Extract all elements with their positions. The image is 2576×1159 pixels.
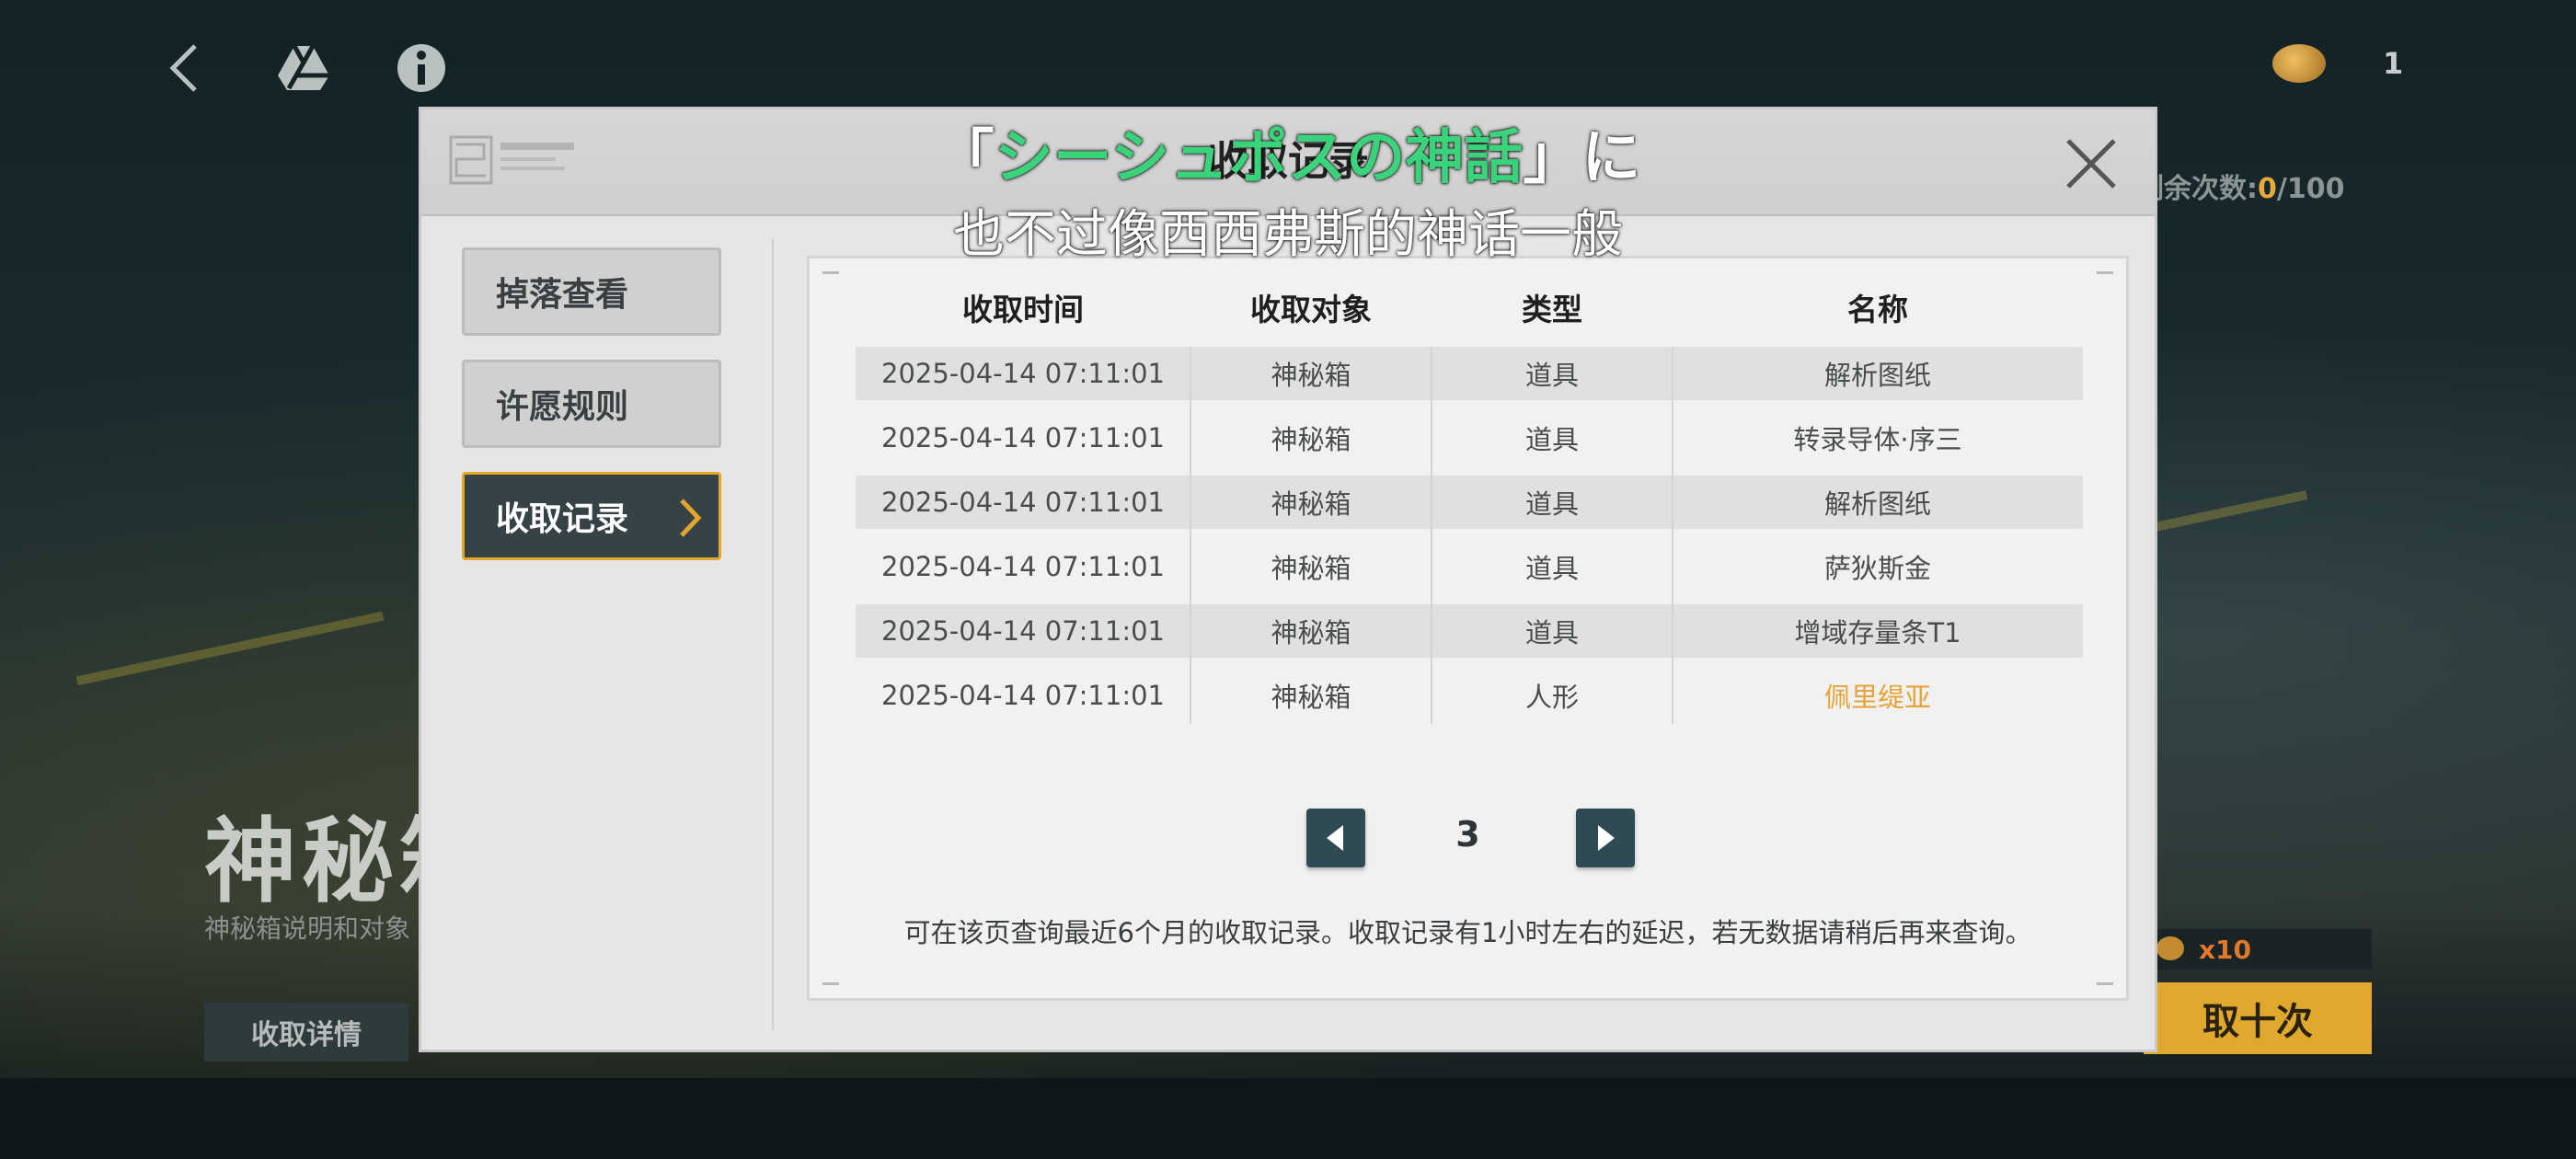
triangle-right-icon [1598, 825, 1615, 851]
background-subtitle: 神秘箱说明和对象 [204, 913, 411, 944]
pagination: 3 [810, 809, 2126, 867]
ten-pull-button[interactable]: 取十次 [2144, 982, 2372, 1054]
currency-count: 1 [2383, 46, 2404, 81]
cell-type: 道具 [1524, 617, 1579, 648]
modal-sidebar: 掉落查看 许愿规则 收取记录 [421, 247, 775, 1048]
cell-type: 道具 [1524, 488, 1579, 520]
cost-coin-icon [2156, 936, 2184, 960]
sidebar-item-label: 掉落查看 [496, 276, 629, 314]
ten-pull-cost: x10 [2144, 929, 2372, 970]
cell-time: 2025-04-14 07:11:01 [881, 487, 1165, 518]
cell-target: 神秘箱 [1271, 488, 1351, 520]
table-row: 2025-04-14 07:11:01 神秘箱 道具 萨狄斯金 [856, 540, 2083, 593]
cell-time: 2025-04-14 07:11:01 [881, 358, 1165, 389]
table-row: 2025-04-14 07:11:01 神秘箱 道具 增域存量条T1 [856, 604, 2083, 658]
table-row: 2025-04-14 07:11:01 神秘箱 道具 解析图纸 [856, 476, 2083, 529]
table-row: 2025-04-14 07:11:01 神秘箱 人形 佩里缇亚 [856, 669, 2083, 722]
cell-time: 2025-04-14 07:11:01 [881, 551, 1165, 582]
cell-type: 道具 [1524, 553, 1579, 584]
sidebar-item-collect-records[interactable]: 收取记录 [462, 472, 721, 560]
cell-name: 解析图纸 [1823, 488, 1931, 520]
table-row: 2025-04-14 07:11:01 神秘箱 道具 解析图纸 [856, 347, 2083, 400]
sidebar-item-label: 许愿规则 [496, 388, 629, 426]
cell-time: 2025-04-14 07:11:01 [881, 422, 1165, 453]
table-row: 2025-04-14 07:11:01 神秘箱 道具 转录导体·序三 [856, 411, 2083, 465]
cell-time: 2025-04-14 07:11:01 [881, 615, 1165, 647]
cell-type: 道具 [1524, 360, 1579, 391]
panel-corner-mark [822, 982, 839, 985]
header-name: 名称 [1847, 292, 1908, 327]
next-page-button[interactable] [1576, 809, 1635, 867]
subtitle-japanese: 「シーシュポスの神話」に [935, 124, 1641, 192]
cell-target: 神秘箱 [1271, 553, 1351, 584]
sidebar-item-label: 收取记录 [496, 500, 629, 538]
cell-target: 神秘箱 [1271, 424, 1351, 455]
table-body: 2025-04-14 07:11:01 神秘箱 道具 解析图纸 2025-04-… [856, 347, 2083, 724]
cell-type: 人形 [1524, 682, 1579, 713]
header-collect-time: 收取时间 [962, 292, 1084, 327]
panel-corner-mark [822, 271, 839, 274]
records-panel: 收取时间 收取对象 类型 名称 2025-04-14 07:11:01 神秘箱 … [807, 256, 2129, 1001]
cell-type: 道具 [1524, 424, 1579, 455]
drive-icon[interactable] [274, 39, 333, 98]
page-number: 3 [1455, 814, 1480, 855]
cell-target: 神秘箱 [1271, 360, 1351, 391]
cell-name-highlight: 佩里缇亚 [1823, 682, 1931, 713]
column-divider [1190, 347, 1191, 724]
chevron-right-icon [680, 499, 702, 537]
bottom-bar [0, 1078, 2576, 1159]
sidebar-item-wish-rules[interactable]: 许愿规则 [462, 360, 721, 448]
currency-icon [2272, 44, 2326, 83]
panel-corner-mark [2097, 271, 2113, 274]
panel-corner-mark [2097, 982, 2113, 985]
back-icon[interactable] [155, 39, 213, 98]
table-header: 收取时间 收取对象 类型 名称 [856, 268, 2083, 347]
detail-button[interactable]: 收取详情 [204, 1003, 408, 1061]
info-icon[interactable] [392, 39, 451, 98]
subtitle-chinese: 也不过像西西弗斯的神话一般 [953, 205, 1623, 265]
cell-name: 解析图纸 [1823, 360, 1931, 391]
cell-target: 神秘箱 [1271, 617, 1351, 648]
column-divider [1431, 347, 1432, 724]
cell-target: 神秘箱 [1271, 682, 1351, 713]
header-collect-target: 收取对象 [1250, 292, 1372, 327]
header-type: 类型 [1522, 292, 1582, 327]
records-note: 可在该页查询最近6个月的收取记录。收取记录有1小时左右的延迟，若无数据请稍后再来… [903, 917, 2032, 948]
cell-name: 萨狄斯金 [1823, 553, 1931, 584]
column-divider [1672, 347, 1673, 724]
cell-name: 转录导体·序三 [1793, 424, 1962, 455]
cell-name: 增域存量条T1 [1794, 617, 1961, 648]
cell-time: 2025-04-14 07:11:01 [881, 680, 1165, 711]
records-table: 收取时间 收取对象 类型 名称 2025-04-14 07:11:01 神秘箱 … [856, 268, 2083, 733]
